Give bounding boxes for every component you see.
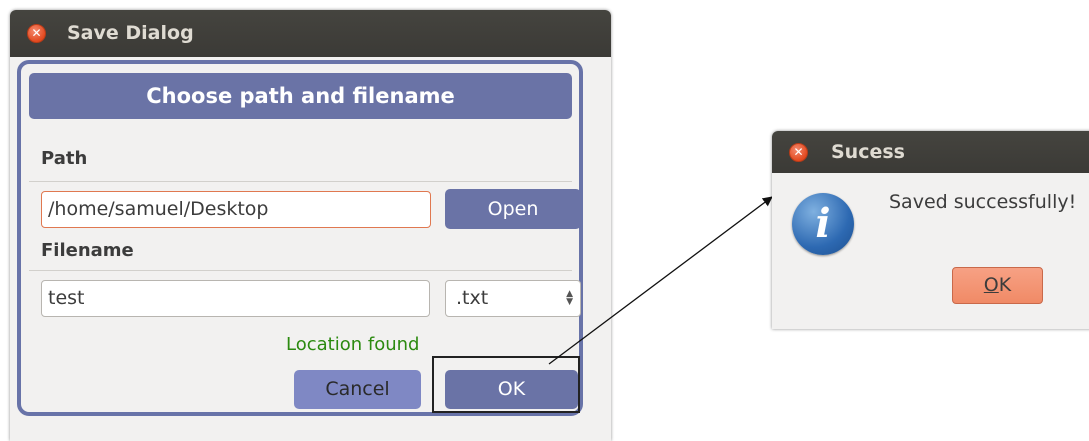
success-ok-button[interactable]: OK xyxy=(952,267,1043,304)
success-dialog-window: ✕ Sucess i Saved successfully! OK xyxy=(772,131,1089,329)
success-message: Saved successfully! xyxy=(889,191,1077,213)
info-icon: i xyxy=(792,193,854,255)
window-title: Sucess xyxy=(831,141,905,163)
success-dialog-titlebar[interactable]: ✕ Sucess xyxy=(772,131,1089,173)
close-icon[interactable]: ✕ xyxy=(789,143,808,162)
